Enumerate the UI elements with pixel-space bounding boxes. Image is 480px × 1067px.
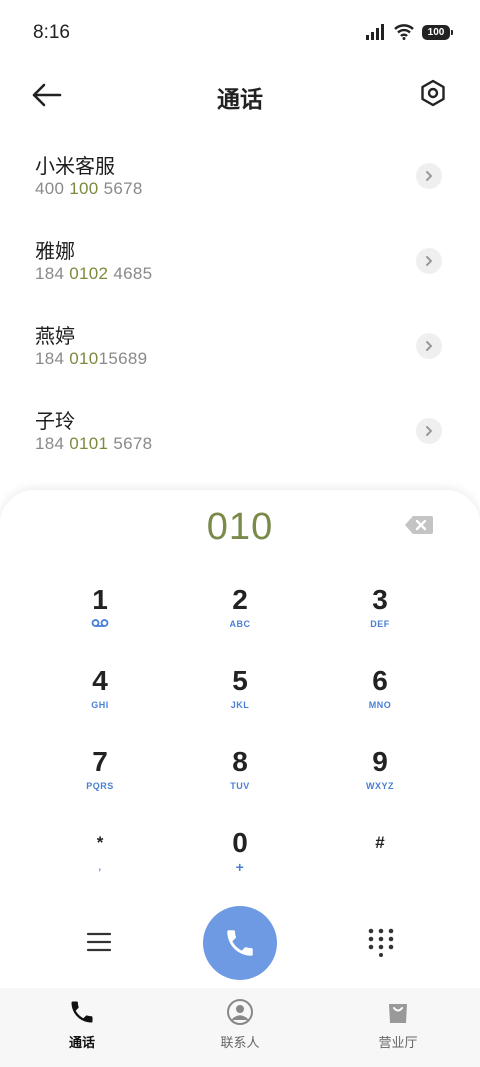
chevron-right-icon <box>426 171 433 181</box>
nav-tab-calls[interactable]: 通话 <box>22 998 142 1051</box>
contact-detail-button[interactable] <box>416 418 442 444</box>
contact-item[interactable]: 小米客服 400 100 5678 <box>0 133 480 218</box>
bottom-nav: 通话 联系人 营业厅 <box>0 988 480 1067</box>
settings-button[interactable] <box>418 78 448 108</box>
status-bar: 8:16 100 <box>0 0 480 68</box>
dialpad-panel: 010 1 2 ABC 3 DEF 4 GHI 5 JKL 6 MNO 7 PQ… <box>0 490 480 1067</box>
keypad-toggle-button[interactable] <box>368 927 394 957</box>
contact-number: 400 100 5678 <box>35 179 143 198</box>
key-8[interactable]: 8 TUV <box>180 744 300 814</box>
nav-tab-service-hall[interactable]: 营业厅 <box>338 998 458 1051</box>
key-0[interactable]: 0 + <box>180 825 300 895</box>
contact-detail-button[interactable] <box>416 333 442 359</box>
voicemail-icon <box>91 619 109 627</box>
wifi-icon <box>394 24 414 40</box>
settings-hexagon-icon <box>421 79 445 107</box>
status-icons: 100 <box>366 24 453 40</box>
key-star[interactable]: * , <box>40 825 160 895</box>
contact-number: 184 01015689 <box>35 349 148 368</box>
contact-detail-button[interactable] <box>416 248 442 274</box>
nav-tab-contacts[interactable]: 联系人 <box>180 998 300 1051</box>
signal-icon <box>366 24 384 40</box>
key-9[interactable]: 9 WXYZ <box>320 744 440 814</box>
chevron-right-icon <box>426 426 433 436</box>
key-hash[interactable]: # <box>320 825 440 895</box>
contact-item[interactable]: 子玲 184 0101 5678 <box>0 388 480 473</box>
contact-number: 184 0101 5678 <box>35 434 153 453</box>
key-2[interactable]: 2 ABC <box>180 582 300 652</box>
shopping-bag-icon <box>389 1004 407 1023</box>
key-1[interactable]: 1 <box>40 582 160 652</box>
header: 通话 <box>0 68 480 122</box>
contact-name: 雅娜 <box>35 241 75 263</box>
nav-label: 联系人 <box>220 1035 260 1050</box>
contact-item[interactable]: 燕婷 184 01015689 <box>0 303 480 388</box>
contact-list: 小米客服 400 100 5678 雅娜 184 0102 4685 燕婷 18… <box>0 133 480 473</box>
key-6[interactable]: 6 MNO <box>320 663 440 733</box>
nav-label: 营业厅 <box>378 1035 418 1050</box>
call-button[interactable] <box>203 906 277 980</box>
keypad-grid-icon <box>368 928 394 957</box>
backspace-icon <box>405 516 433 534</box>
key-7[interactable]: 7 PQRS <box>40 744 160 814</box>
contact-number: 184 0102 4685 <box>35 264 153 283</box>
hamburger-menu-icon <box>86 932 112 952</box>
contact-name: 燕婷 <box>35 326 75 348</box>
contact-detail-button[interactable] <box>416 163 442 189</box>
battery-icon: 100 <box>422 24 453 40</box>
status-time: 8:16 <box>33 22 70 43</box>
key-4[interactable]: 4 GHI <box>40 663 160 733</box>
dialpad-actions <box>0 905 480 985</box>
chevron-right-icon <box>426 256 433 266</box>
backspace-button[interactable] <box>404 515 434 537</box>
nav-label: 通话 <box>68 1035 95 1050</box>
key-5[interactable]: 5 JKL <box>180 663 300 733</box>
menu-button[interactable] <box>86 929 112 955</box>
phone-icon <box>227 930 253 956</box>
contact-name: 子玲 <box>35 411 75 433</box>
contact-item[interactable]: 雅娜 184 0102 4685 <box>0 218 480 303</box>
person-icon <box>227 999 253 1025</box>
key-3[interactable]: 3 DEF <box>320 582 440 652</box>
page-title: 通话 <box>217 86 263 112</box>
phone-icon <box>71 1001 93 1023</box>
contact-name: 小米客服 <box>35 156 115 178</box>
chevron-right-icon <box>426 341 433 351</box>
